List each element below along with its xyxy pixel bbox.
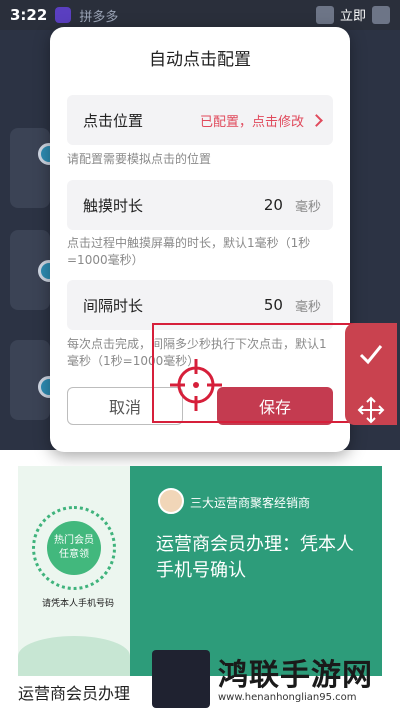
confirm-button[interactable]	[345, 332, 397, 376]
touch-duration-unit: 毫秒	[294, 199, 321, 215]
watermark-logo-icon	[152, 650, 210, 708]
watermark-url: www.henanhonglian95.com	[218, 692, 357, 703]
move-button[interactable]	[345, 388, 397, 432]
notification-icon	[315, 5, 334, 24]
ad-left-caption: 请凭本人手机号码	[41, 599, 114, 609]
status-bar: 3:22 拼多多 立即	[0, 0, 400, 30]
status-time: 3:22	[10, 6, 48, 24]
ad-banner[interactable]: 热门会员 任意领 请凭本人手机号码 三大运营商聚客经销商 运营商会员办理：凭本人…	[18, 466, 382, 676]
touch-duration-label: 触摸时长	[83, 196, 144, 215]
click-position-link[interactable]: 已配置，点击修改	[200, 111, 304, 130]
background-card	[10, 128, 50, 208]
ad-caption[interactable]: 运营商会员办理	[18, 680, 130, 704]
check-icon	[359, 345, 383, 365]
interval-duration-input[interactable]: 50	[243, 296, 283, 314]
click-position-row[interactable]: 点击位置 已配置，点击修改	[67, 95, 333, 145]
ad-badge-line1: 热门会员	[54, 535, 94, 546]
touch-duration-input[interactable]: 20	[243, 196, 283, 214]
ad-avatar	[158, 488, 184, 514]
move-icon	[357, 396, 385, 424]
click-position-label: 点击位置	[83, 111, 144, 130]
interval-duration-label: 间隔时长	[83, 296, 144, 315]
close-icon[interactable]	[372, 5, 390, 24]
interval-duration-unit: 毫秒	[294, 299, 321, 315]
dialog-title: 自动点击配置	[149, 50, 251, 70]
touch-duration-hint: 点击过程中触摸屏幕的时长，默认1毫秒（1秒=1000毫秒）	[67, 236, 311, 267]
touch-duration-row: 触摸时长 20 毫秒	[67, 180, 333, 230]
app-icon	[55, 7, 72, 23]
watermark-text: 鸿联手游网	[218, 658, 373, 693]
ad-badge: 热门会员 任意领	[47, 521, 101, 575]
ad-hills-illustration	[18, 636, 130, 676]
ad-badge-line2: 任意领	[59, 549, 89, 560]
watermark: 鸿联手游网 www.henanhonglian95.com	[152, 648, 392, 710]
ad-ring: 热门会员 任意领	[32, 506, 116, 590]
status-right-text: 立即	[339, 9, 366, 24]
ad-brand: 三大运营商聚客经销商	[190, 496, 311, 510]
status-app-title: 拼多多	[79, 9, 119, 25]
crosshair-icon[interactable]	[168, 357, 224, 413]
ad-headline: 运营商会员办理：凭本人手机号确认	[156, 534, 354, 581]
chevron-right-icon	[310, 113, 323, 127]
click-position-hint: 请配置需要模拟点击的位置	[67, 152, 212, 166]
ad-left-panel: 热门会员 任意领 请凭本人手机号码	[18, 466, 130, 676]
